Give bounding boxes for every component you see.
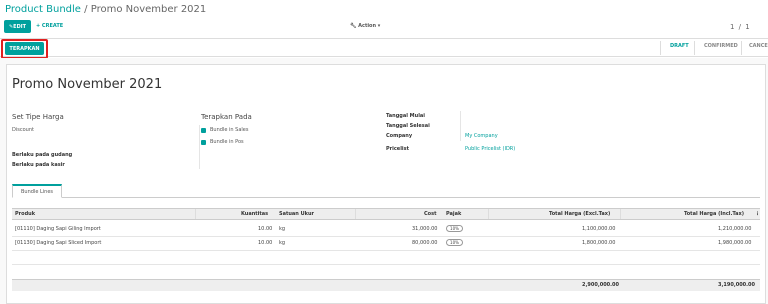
stage-separator bbox=[694, 41, 695, 55]
breadcrumb-parent-link[interactable]: Product Bundle bbox=[5, 4, 81, 15]
bundle-in-sales-checkbox[interactable] bbox=[201, 128, 206, 133]
table-footer bbox=[12, 279, 760, 291]
company-value[interactable]: My Company bbox=[465, 133, 498, 139]
column-separator bbox=[355, 209, 356, 219]
row-1-total-excl: 1,100,000.00 bbox=[582, 226, 616, 232]
action-menu-label: Action bbox=[358, 23, 377, 29]
company-label: Company bbox=[386, 133, 413, 139]
terapkan-button[interactable]: TERAPKAN bbox=[5, 42, 44, 55]
tanggal-mulai-label: Tanggal Mulai bbox=[386, 113, 426, 119]
edit-button[interactable]: ✎ EDIT bbox=[4, 20, 31, 33]
row-1-uom: kg bbox=[279, 226, 286, 232]
pricelist-value[interactable]: Public Pricelist (IDR) bbox=[465, 146, 515, 152]
row-2-total-incl: 1,980,000.00 bbox=[718, 240, 752, 246]
column-header-pajak[interactable]: Pajak bbox=[446, 211, 461, 217]
column-header-satuan-ukur[interactable]: Satuan Ukur bbox=[279, 211, 314, 217]
column-divider bbox=[199, 125, 200, 169]
column-header-kuantitas[interactable]: Kuantitas bbox=[241, 211, 268, 217]
column-header-total-excl[interactable]: Total Harga (Excl.Tax) bbox=[549, 211, 610, 217]
set-tipe-harga-value[interactable]: Discount bbox=[12, 127, 34, 133]
row-2-uom: kg bbox=[279, 240, 286, 246]
breadcrumb-current: Promo November 2021 bbox=[90, 4, 207, 15]
pricelist-label: Pricelist bbox=[386, 146, 409, 152]
pager: 1 / 1 bbox=[730, 23, 751, 31]
row-divider bbox=[12, 250, 760, 251]
action-menu[interactable]: 🔧︎ Action ▾ bbox=[350, 23, 380, 29]
total-excl-value: 2,900,000.00 bbox=[582, 282, 620, 288]
row-1-produk[interactable]: [01110] Daging Sapi Giling Import bbox=[15, 226, 101, 232]
column-separator bbox=[488, 209, 489, 219]
edit-button-label: EDIT bbox=[13, 23, 27, 30]
row-1-tax-badge: 10% bbox=[446, 225, 463, 232]
stage-separator bbox=[660, 41, 661, 55]
row-2-qty: 10.00 bbox=[258, 240, 273, 246]
table-header bbox=[12, 208, 760, 220]
tab-bar-line bbox=[12, 197, 760, 198]
row-1-cost: 31,000.00 bbox=[412, 226, 438, 232]
stage-confirmed[interactable]: CONFIRMED bbox=[704, 43, 738, 49]
column-options-icon[interactable]: ⋮ bbox=[755, 211, 760, 217]
column-header-cost[interactable]: Cost bbox=[424, 211, 436, 217]
row-1-total-incl: 1,210,000.00 bbox=[718, 226, 752, 232]
form-sheet bbox=[6, 64, 766, 304]
column-header-produk[interactable]: Produk bbox=[15, 211, 35, 217]
bundle-in-pos-label: Bundle in Pos bbox=[210, 139, 244, 145]
column-separator bbox=[195, 209, 196, 219]
bundle-in-pos-checkbox[interactable] bbox=[201, 140, 206, 145]
column-separator bbox=[620, 209, 621, 219]
row-2-tax-badge: 10% bbox=[446, 239, 463, 246]
bundle-in-sales-label: Bundle in Sales bbox=[210, 127, 249, 133]
tanggal-selesai-label: Tanggal Selesai bbox=[386, 123, 430, 129]
create-button[interactable]: + CREATE bbox=[36, 23, 63, 29]
row-2-produk[interactable]: [01130] Daging Sapi Sliced Import bbox=[15, 240, 101, 246]
stage-cancel[interactable]: CANCE bbox=[749, 43, 768, 49]
column-divider bbox=[460, 111, 461, 141]
breadcrumb: Product Bundle / Promo November 2021 bbox=[5, 4, 206, 15]
row-2-total-excl: 1,800,000.00 bbox=[582, 240, 616, 246]
stage-draft[interactable]: DRAFT bbox=[670, 43, 689, 49]
berlaku-gudang-label: Berlaku pada gudang bbox=[12, 152, 73, 158]
row-2-cost: 80,000.00 bbox=[412, 240, 438, 246]
stage-separator bbox=[741, 41, 742, 55]
column-header-total-incl[interactable]: Total Harga (Incl.Tax) bbox=[684, 211, 744, 217]
statusbar bbox=[0, 39, 768, 57]
wrench-icon: 🔧︎ bbox=[350, 23, 357, 29]
tab-bundle-lines[interactable]: Bundle Lines bbox=[12, 184, 62, 198]
caret-down-icon: ▾ bbox=[377, 23, 381, 29]
breadcrumb-separator: / bbox=[84, 4, 88, 15]
row-divider bbox=[12, 236, 760, 237]
terapkan-pada-label: Terapkan Pada bbox=[201, 113, 252, 121]
page-title: Promo November 2021 bbox=[12, 77, 163, 92]
row-1-qty: 10.00 bbox=[258, 226, 273, 232]
berlaku-kasir-label: Berlaku pada kasir bbox=[12, 162, 65, 168]
set-tipe-harga-label: Set Tipe Harga bbox=[12, 113, 64, 121]
row-divider bbox=[12, 264, 760, 265]
total-incl-value: 3,190,000.00 bbox=[718, 282, 756, 288]
